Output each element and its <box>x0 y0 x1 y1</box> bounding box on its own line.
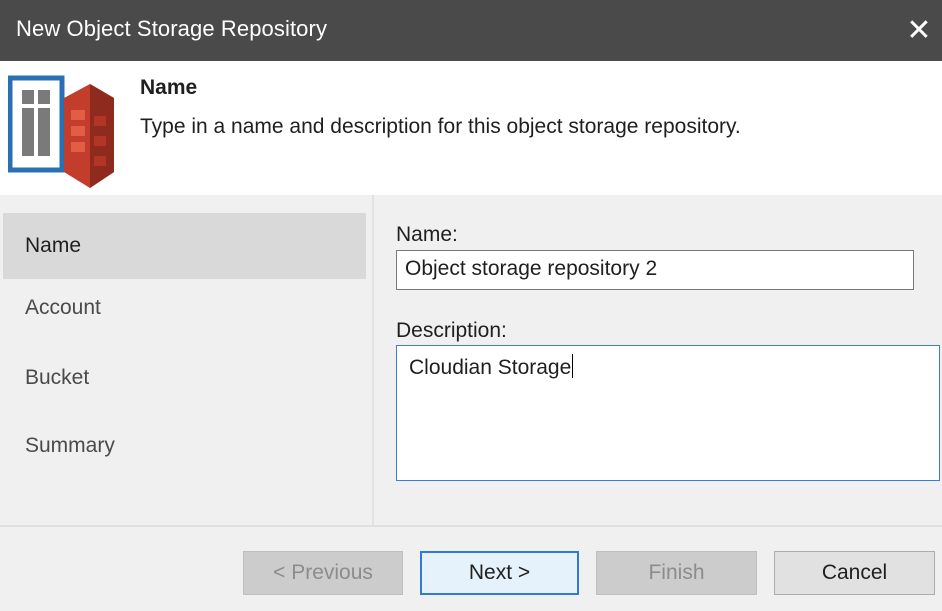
step-label: Account <box>25 296 101 319</box>
button-label: Finish <box>648 561 705 584</box>
cancel-button[interactable]: Cancel <box>774 551 935 595</box>
step-description: Type in a name and description for this … <box>140 115 741 138</box>
next-button[interactable]: Next > <box>420 551 579 595</box>
step-name[interactable]: Name <box>3 213 366 279</box>
button-label: < Previous <box>273 561 373 584</box>
description-value: Cloudian Storage <box>409 356 572 379</box>
wizard-footer: < Previous Next > Finish Cancel <box>0 527 942 611</box>
step-account[interactable]: Account <box>3 275 366 341</box>
step-title: Name <box>140 76 198 99</box>
object-storage-repository-icon <box>8 75 114 188</box>
description-label: Description: <box>396 319 507 342</box>
wizard-content: Name: Object storage repository 2 Descri… <box>374 195 942 525</box>
step-label: Summary <box>25 434 115 457</box>
finish-button[interactable]: Finish <box>596 551 757 595</box>
close-icon: ✕ <box>906 14 932 47</box>
step-label: Bucket <box>25 366 90 389</box>
name-label: Name: <box>396 223 458 246</box>
step-summary[interactable]: Summary <box>3 413 366 479</box>
step-label: Name <box>25 234 82 257</box>
wizard-steps-sidebar: Name Account Bucket Summary <box>0 195 372 525</box>
wizard-header: Name Type in a name and description for … <box>0 61 942 195</box>
close-button[interactable]: ✕ <box>896 0 942 61</box>
name-value: Object storage repository 2 <box>405 257 658 280</box>
button-label: Cancel <box>821 561 888 584</box>
text-caret <box>572 354 574 378</box>
button-label: Next > <box>468 561 531 584</box>
description-field[interactable]: Cloudian Storage <box>396 345 940 481</box>
name-field[interactable]: Object storage repository 2 <box>396 250 914 290</box>
window-title: New Object Storage Repository <box>16 16 328 41</box>
step-bucket[interactable]: Bucket <box>3 345 366 411</box>
previous-button[interactable]: < Previous <box>243 551 403 595</box>
title-bar: New Object Storage Repository ✕ <box>0 0 942 61</box>
